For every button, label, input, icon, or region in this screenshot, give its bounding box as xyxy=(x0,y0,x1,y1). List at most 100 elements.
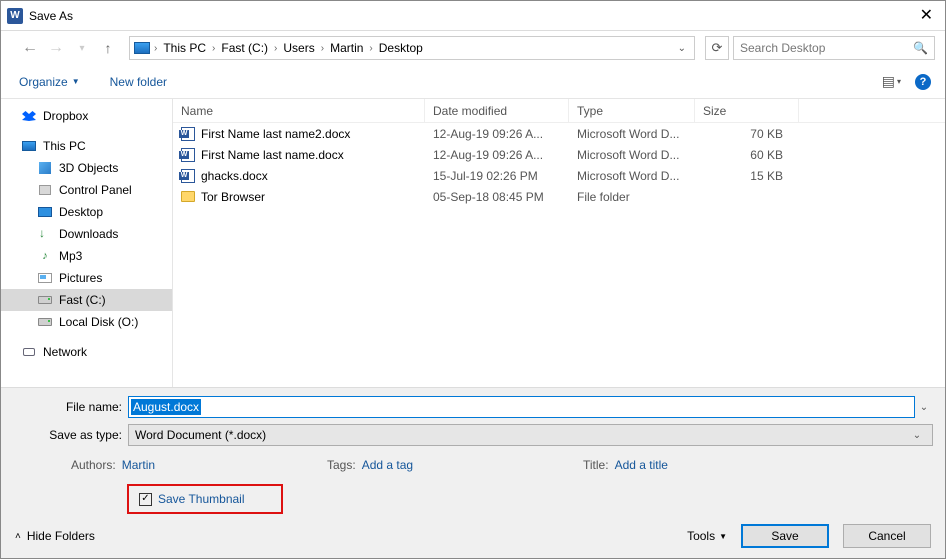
title-label: Title: xyxy=(583,458,609,472)
tree-label: Pictures xyxy=(59,271,102,285)
tree-label: Control Panel xyxy=(59,183,132,197)
help-icon[interactable]: ? xyxy=(915,74,931,90)
cancel-button[interactable]: Cancel xyxy=(843,524,931,548)
chevron-right-icon: › xyxy=(369,43,372,54)
hide-folders-label: Hide Folders xyxy=(27,529,95,543)
downloads-icon xyxy=(37,227,53,241)
filename-dropdown-icon[interactable]: ⌄ xyxy=(915,402,933,413)
chevron-down-icon: ▼ xyxy=(719,532,727,541)
chevron-right-icon: › xyxy=(274,43,277,54)
file-list-header: Name Date modified Type Size xyxy=(173,99,945,123)
word-app-icon: W xyxy=(7,8,23,24)
col-size[interactable]: Size xyxy=(695,99,799,122)
file-date: 15-Jul-19 02:26 PM xyxy=(425,169,569,183)
breadcrumb-drive[interactable]: Fast (C:) xyxy=(217,39,272,57)
window-title: Save As xyxy=(29,9,914,23)
chevron-down-icon: ⌄ xyxy=(908,430,926,441)
new-folder-button[interactable]: New folder xyxy=(110,75,167,89)
3d-objects-icon xyxy=(37,161,53,175)
col-name[interactable]: Name xyxy=(173,99,425,122)
tags-value[interactable]: Add a tag xyxy=(362,458,413,472)
saveastype-label: Save as type: xyxy=(13,428,128,442)
dropbox-icon xyxy=(21,109,37,123)
tools-menu[interactable]: Tools ▼ xyxy=(687,529,727,543)
authors-value[interactable]: Martin xyxy=(122,458,155,472)
tree-desktop[interactable]: Desktop xyxy=(1,201,172,223)
back-button[interactable]: ← xyxy=(19,39,41,57)
address-dropdown-icon[interactable]: ⌄ xyxy=(674,43,690,54)
tree-label: Local Disk (O:) xyxy=(59,315,138,329)
nav-tree: Dropbox This PC 3D Objects Control Panel xyxy=(1,99,173,387)
save-thumbnail-highlight: ✓ Save Thumbnail xyxy=(127,484,283,514)
folder-icon xyxy=(181,191,195,202)
close-button[interactable]: ✕ xyxy=(914,8,939,24)
search-placeholder: Search Desktop xyxy=(740,41,913,55)
hide-folders-button[interactable]: ˄ Hide Folders xyxy=(15,529,95,543)
chevron-up-icon: ˄ xyxy=(15,531,21,542)
tree-pictures[interactable]: Pictures xyxy=(1,267,172,289)
col-date[interactable]: Date modified xyxy=(425,99,569,122)
tree-thispc[interactable]: This PC xyxy=(1,135,172,157)
file-name: First Name last name2.docx xyxy=(201,127,350,141)
tree-label: Fast (C:) xyxy=(59,293,106,307)
music-icon: ♪ xyxy=(37,249,53,263)
drive-icon xyxy=(37,293,53,307)
file-row[interactable]: ghacks.docx 15-Jul-19 02:26 PMMicrosoft W… xyxy=(173,165,945,186)
tree-label: Downloads xyxy=(59,227,118,241)
tree-label: Desktop xyxy=(59,205,103,219)
tree-label: Mp3 xyxy=(59,249,82,263)
filename-label: File name: xyxy=(13,400,128,414)
tree-controlpanel[interactable]: Control Panel xyxy=(1,179,172,201)
breadcrumb-desktop[interactable]: Desktop xyxy=(375,39,427,57)
file-date: 12-Aug-19 09:26 A... xyxy=(425,127,569,141)
tree-3dobjects[interactable]: 3D Objects xyxy=(1,157,172,179)
breadcrumb-users[interactable]: Users xyxy=(279,39,318,57)
search-input[interactable]: Search Desktop 🔍 xyxy=(733,36,935,60)
view-options-button[interactable]: ▤▾ xyxy=(882,73,901,90)
word-doc-icon xyxy=(181,127,195,141)
file-name: ghacks.docx xyxy=(201,169,268,183)
tags-label: Tags: xyxy=(327,458,356,472)
forward-button[interactable]: → xyxy=(45,39,67,57)
file-size: 15 KB xyxy=(695,169,799,183)
file-size: 60 KB xyxy=(695,148,799,162)
save-thumbnail-label: Save Thumbnail xyxy=(158,492,245,506)
filename-input[interactable]: August.docx xyxy=(128,396,915,418)
up-button[interactable]: ↑ xyxy=(97,40,119,56)
file-type: Microsoft Word D... xyxy=(569,148,695,162)
file-row[interactable]: First Name last name2.docx 12-Aug-19 09:2… xyxy=(173,123,945,144)
save-thumbnail-checkbox[interactable]: ✓ xyxy=(139,493,152,506)
breadcrumb-thispc[interactable]: This PC xyxy=(159,39,210,57)
main-area: Dropbox This PC 3D Objects Control Panel xyxy=(1,99,945,387)
refresh-button[interactable]: ⟳ xyxy=(705,36,729,60)
address-bar[interactable]: › This PC › Fast (C:) › Users › Martin ›… xyxy=(129,36,695,60)
tree-mp3[interactable]: ♪ Mp3 xyxy=(1,245,172,267)
recent-dropdown-icon[interactable]: ▾ xyxy=(71,43,93,54)
word-doc-icon xyxy=(181,169,195,183)
saveastype-value: Word Document (*.docx) xyxy=(135,428,266,442)
file-type: Microsoft Word D... xyxy=(569,169,695,183)
file-date: 05-Sep-18 08:45 PM xyxy=(425,190,569,204)
file-row[interactable]: Tor Browser05-Sep-18 08:45 PMFile folder xyxy=(173,186,945,207)
desktop-icon xyxy=(37,205,53,219)
new-folder-label: New folder xyxy=(110,75,167,89)
file-row[interactable]: First Name last name.docx12-Aug-19 09:26… xyxy=(173,144,945,165)
pc-icon xyxy=(21,139,37,153)
save-button[interactable]: Save xyxy=(741,524,829,548)
word-doc-icon xyxy=(181,148,195,162)
col-type[interactable]: Type xyxy=(569,99,695,122)
tree-fast-c[interactable]: Fast (C:) xyxy=(1,289,172,311)
breadcrumb-user[interactable]: Martin xyxy=(326,39,367,57)
tree-local-disk-o[interactable]: Local Disk (O:) xyxy=(1,311,172,333)
chevron-right-icon: › xyxy=(212,43,215,54)
title-value[interactable]: Add a title xyxy=(615,458,668,472)
organize-menu[interactable]: Organize ▼ xyxy=(19,75,80,89)
tree-label: Dropbox xyxy=(43,109,88,123)
tree-dropbox[interactable]: Dropbox xyxy=(1,105,172,127)
filename-value: August.docx xyxy=(131,399,201,415)
file-name: Tor Browser xyxy=(201,190,265,204)
tree-downloads[interactable]: Downloads xyxy=(1,223,172,245)
tree-network[interactable]: Network xyxy=(1,341,172,363)
saveastype-select[interactable]: Word Document (*.docx) ⌄ xyxy=(128,424,933,446)
file-name: First Name last name.docx xyxy=(201,148,344,162)
